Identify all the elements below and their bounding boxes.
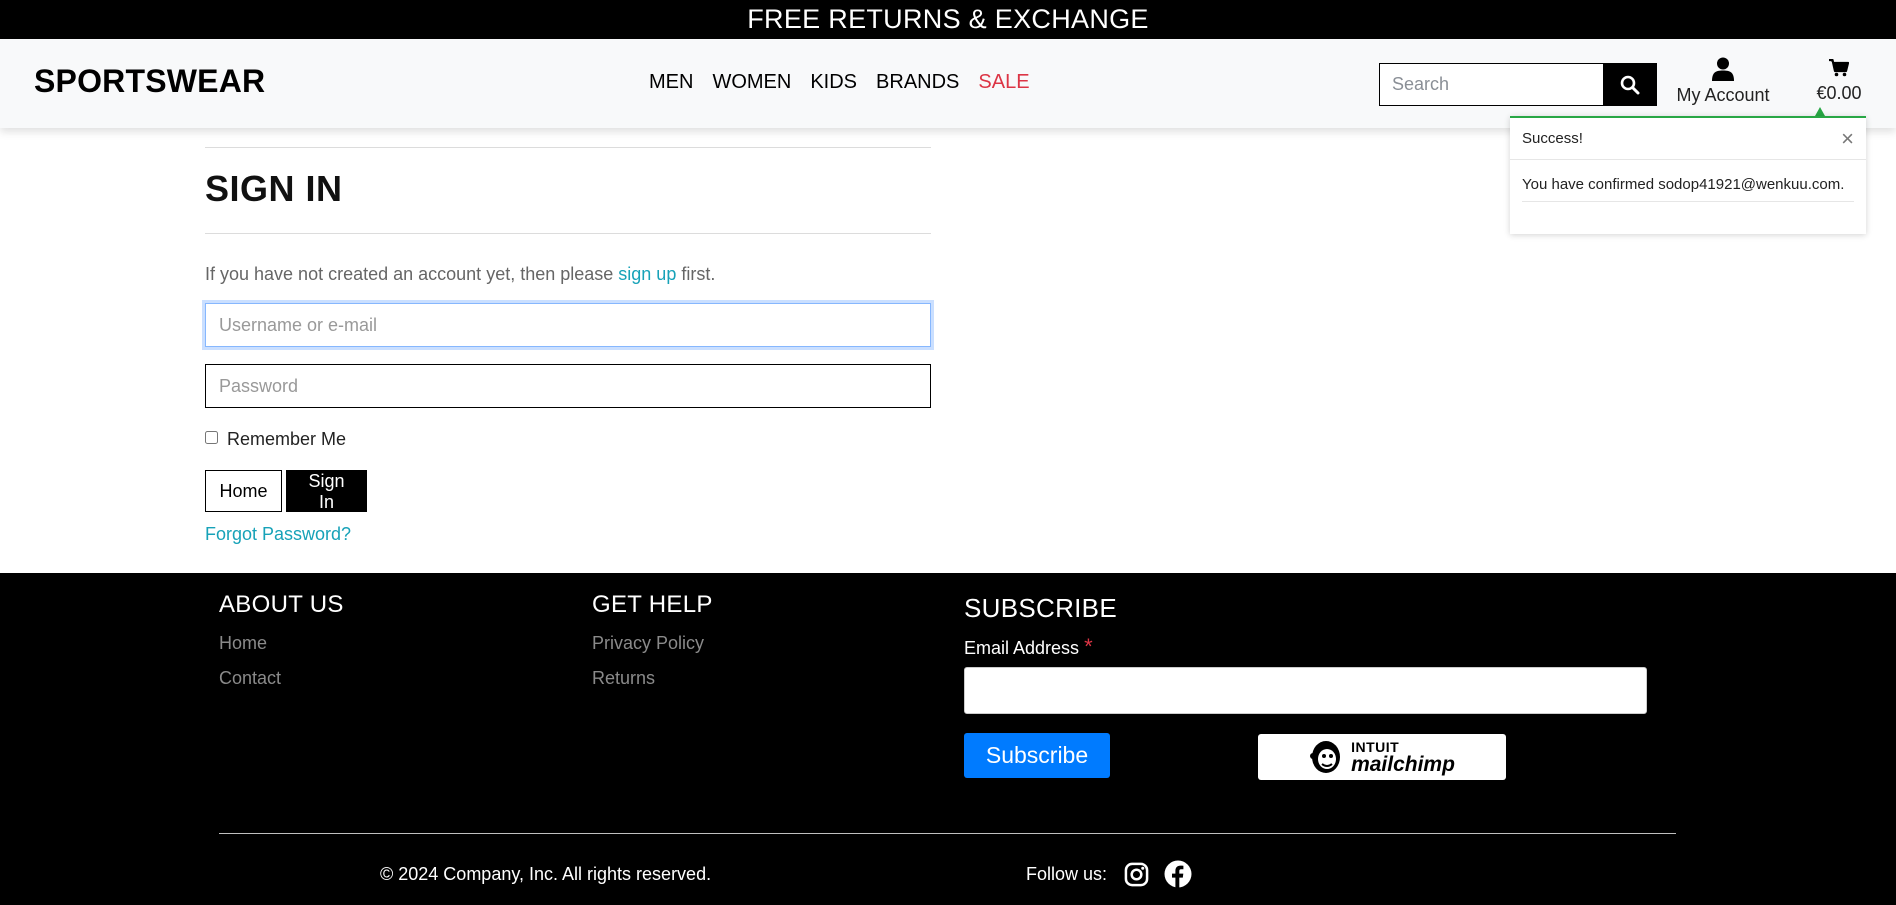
- footer-link-contact[interactable]: Contact: [219, 668, 344, 689]
- success-toast: Success! × You have confirmed sodop41921…: [1510, 116, 1866, 234]
- copyright-text: © 2024 Company, Inc. All rights reserved…: [380, 864, 712, 884]
- promo-banner-text: FREE RETURNS & EXCHANGE: [747, 4, 1149, 34]
- facebook-link[interactable]: [1164, 860, 1192, 888]
- nav-men[interactable]: MEN: [649, 71, 693, 94]
- footer-help: GET HELP Privacy Policy Returns: [592, 591, 713, 689]
- required-mark: *: [1084, 634, 1093, 659]
- footer-link-returns[interactable]: Returns: [592, 668, 713, 689]
- remember-me[interactable]: Remember Me: [205, 429, 931, 450]
- toast-message: You have confirmed sodop41921@wenkuu.com…: [1522, 176, 1854, 202]
- username-input[interactable]: [205, 303, 931, 347]
- remember-me-label: Remember Me: [227, 429, 347, 449]
- mailchimp-wordmark: INTUIT mailchimp: [1351, 740, 1455, 775]
- footer-divider: [219, 833, 1676, 834]
- mailchimp-badge[interactable]: INTUIT mailchimp: [1258, 734, 1506, 780]
- user-icon: [1712, 57, 1734, 81]
- site-logo[interactable]: SPORTSWEAR: [34, 63, 265, 100]
- cart-icon: [1829, 59, 1849, 77]
- main-nav: MEN WOMEN KIDS BRANDS SALE: [649, 71, 1049, 94]
- divider-title: [205, 233, 931, 234]
- email-label-text: Email Address: [964, 638, 1080, 658]
- footer-link-home[interactable]: Home: [219, 633, 344, 654]
- facebook-icon: [1164, 860, 1192, 888]
- signin-actions: Home Sign In: [205, 470, 931, 512]
- nav-kids[interactable]: KIDS: [810, 71, 857, 94]
- signup-prompt-after: first.: [676, 264, 716, 284]
- forgot-password-link[interactable]: Forgot Password?: [205, 524, 351, 545]
- search-input[interactable]: [1379, 63, 1603, 106]
- my-account-link[interactable]: My Account: [1675, 57, 1771, 106]
- password-input[interactable]: [205, 364, 931, 408]
- search-button[interactable]: [1603, 63, 1657, 106]
- email-label: Email Address *: [964, 634, 1647, 660]
- mailchimp-logo-icon: [1310, 741, 1341, 773]
- divider-top: [205, 147, 931, 148]
- footer-about: ABOUT US Home Contact: [219, 591, 344, 689]
- close-icon[interactable]: ×: [1841, 127, 1854, 150]
- follow-us-label: Follow us:: [1026, 863, 1108, 884]
- toast-arrow: [1815, 107, 1825, 116]
- search-bar: [1379, 63, 1657, 106]
- site-header: SPORTSWEAR MEN WOMEN KIDS BRANDS SALE My…: [0, 39, 1896, 128]
- footer-about-heading: ABOUT US: [219, 591, 344, 618]
- nav-sale[interactable]: SALE: [978, 71, 1029, 94]
- toast-title: Success!: [1522, 130, 1583, 147]
- home-button[interactable]: Home: [205, 470, 282, 512]
- my-account-label: My Account: [1676, 85, 1770, 105]
- instagram-icon: [1124, 862, 1149, 886]
- subscribe-email-input[interactable]: [964, 667, 1647, 714]
- mailchimp-name-text: mailchimp: [1351, 752, 1455, 776]
- site-footer: ABOUT US Home Contact GET HELP Privacy P…: [0, 573, 1896, 905]
- signin-section: SIGN IN If you have not created an accou…: [205, 147, 931, 545]
- signup-link[interactable]: sign up: [618, 264, 676, 284]
- sign-in-button[interactable]: Sign In: [286, 470, 367, 512]
- footer-link-privacy[interactable]: Privacy Policy: [592, 633, 713, 654]
- signup-prompt: If you have not created an account yet, …: [205, 264, 931, 285]
- subscribe-button[interactable]: Subscribe: [964, 733, 1110, 778]
- toast-body: You have confirmed sodop41921@wenkuu.com…: [1510, 176, 1866, 202]
- mailchimp-intuit-text: INTUIT: [1351, 738, 1400, 755]
- remember-me-checkbox[interactable]: [205, 431, 218, 444]
- nav-brands[interactable]: BRANDS: [876, 71, 959, 94]
- footer-help-heading: GET HELP: [592, 591, 713, 618]
- cart-total: €0.00: [1816, 83, 1862, 103]
- toast-header: Success! ×: [1510, 118, 1866, 160]
- nav-women[interactable]: WOMEN: [712, 71, 791, 94]
- promo-banner: FREE RETURNS & EXCHANGE: [0, 0, 1896, 39]
- signup-prompt-before: If you have not created an account yet, …: [205, 264, 619, 284]
- subscribe-heading: SUBSCRIBE: [964, 593, 1117, 623]
- follow-us: Follow us:: [1026, 860, 1207, 888]
- instagram-link[interactable]: [1124, 862, 1149, 887]
- cart-link[interactable]: €0.00: [1812, 59, 1866, 104]
- footer-subscribe: SUBSCRIBE Email Address * Subscribe INTU…: [964, 593, 1647, 780]
- search-icon: [1620, 75, 1640, 94]
- page-title: SIGN IN: [205, 168, 343, 209]
